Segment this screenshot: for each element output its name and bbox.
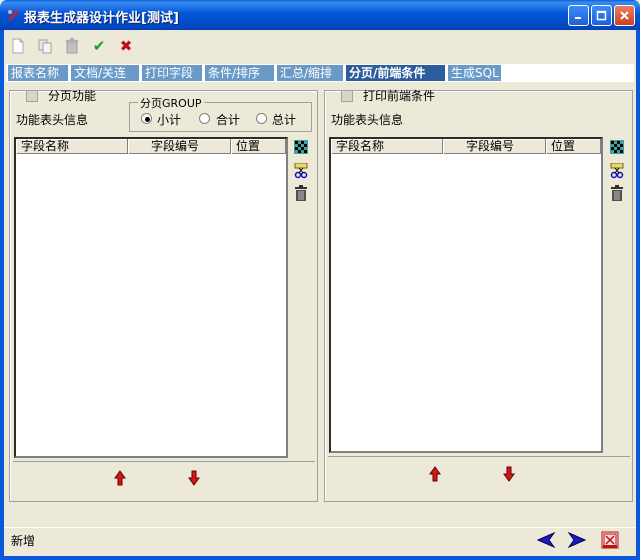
paging-checkbox[interactable] — [26, 90, 38, 102]
exit-door-icon — [601, 531, 619, 549]
right-move-up-button[interactable] — [429, 466, 441, 482]
arrow-right-icon — [567, 531, 587, 549]
window-title: 报表生成器设计作业[测试] — [24, 11, 179, 26]
right-move-down-button[interactable] — [503, 466, 515, 482]
window-frame-left — [0, 30, 4, 560]
left-col-field-name[interactable]: 字段名称 — [16, 139, 128, 154]
trash-icon — [66, 38, 78, 54]
arrow-down-icon — [503, 466, 515, 482]
tab-generate-sql[interactable]: 生成SQL — [448, 65, 502, 81]
right-grid-cut-button[interactable] — [610, 162, 624, 179]
radio-grand-total[interactable] — [256, 113, 267, 124]
close-button[interactable] — [614, 5, 635, 26]
left-grid-select-button[interactable] — [294, 140, 308, 154]
radio-total[interactable] — [199, 113, 210, 124]
copy-record-button[interactable] — [35, 36, 55, 56]
right-grid-select-button[interactable] — [610, 140, 624, 154]
radio-grand-total-label: 总计 — [272, 113, 297, 127]
left-field-grid[interactable]: 字段名称 字段编号 位置 — [14, 137, 288, 458]
left-col-position[interactable]: 位置 — [231, 139, 286, 154]
maximize-button[interactable] — [591, 5, 612, 26]
print-front-conditions-checkbox[interactable] — [341, 90, 353, 102]
left-divider — [13, 461, 315, 462]
tab-print-fields[interactable]: 打印字段 — [142, 65, 203, 81]
window-frame-bottom — [0, 556, 640, 560]
next-button[interactable] — [567, 531, 587, 549]
arrow-up-icon — [114, 470, 126, 486]
tab-summary-indent[interactable]: 汇总/缩排 — [277, 65, 344, 81]
arrow-left-icon — [536, 531, 556, 549]
paging-group-title: 分页GROUP — [138, 95, 204, 111]
right-field-grid[interactable]: 字段名称 字段编号 位置 — [329, 137, 603, 453]
status-mode: 新增 — [11, 534, 36, 548]
left-grid-delete-button[interactable] — [295, 185, 307, 201]
delete-record-button[interactable] — [62, 36, 82, 56]
new-record-button[interactable] — [8, 36, 28, 56]
scissors-icon — [610, 162, 624, 179]
tab-condition-sort[interactable]: 条件/排序 — [205, 65, 275, 81]
previous-button[interactable] — [536, 531, 556, 549]
copy-icon — [38, 39, 52, 54]
checker-grid-icon — [294, 140, 308, 154]
print-front-conditions-label: 打印前端条件 — [363, 89, 436, 103]
app-icon — [6, 8, 20, 26]
right-col-field-name[interactable]: 字段名称 — [331, 139, 443, 154]
trash-icon — [295, 185, 307, 201]
radio-total-label: 合计 — [216, 113, 241, 127]
checker-grid-icon — [610, 140, 624, 154]
radio-subtotal[interactable] — [141, 113, 152, 124]
right-col-field-number[interactable]: 字段编号 — [443, 139, 546, 154]
tab-report-name[interactable]: 报表名称 — [8, 65, 69, 81]
new-icon — [12, 38, 24, 54]
window-frame-right — [636, 30, 640, 560]
cancel-button[interactable]: ✖ — [116, 36, 136, 56]
minimize-button[interactable] — [568, 5, 589, 26]
right-col-position[interactable]: 位置 — [546, 139, 601, 154]
paging-checkbox-label: 分页功能 — [48, 89, 97, 103]
right-info-label: 功能表头信息 — [331, 113, 404, 127]
left-info-label: 功能表头信息 — [16, 113, 89, 127]
arrow-up-icon — [429, 466, 441, 482]
tab-paging-front-conditions[interactable]: 分页/前端条件 — [346, 65, 446, 81]
confirm-button[interactable]: ✔ — [89, 36, 109, 56]
left-grid-cut-button[interactable] — [294, 162, 308, 179]
tab-document-link[interactable]: 文档/关连 — [71, 65, 140, 81]
right-divider — [328, 456, 630, 457]
left-move-down-button[interactable] — [188, 470, 200, 486]
radio-subtotal-label: 小计 — [157, 113, 182, 127]
arrow-down-icon — [188, 470, 200, 486]
scissors-icon — [294, 162, 308, 179]
right-grid-delete-button[interactable] — [611, 185, 623, 201]
left-col-field-number[interactable]: 字段编号 — [128, 139, 231, 154]
left-move-up-button[interactable] — [114, 470, 126, 486]
trash-icon — [611, 185, 623, 201]
exit-button[interactable] — [601, 531, 619, 549]
